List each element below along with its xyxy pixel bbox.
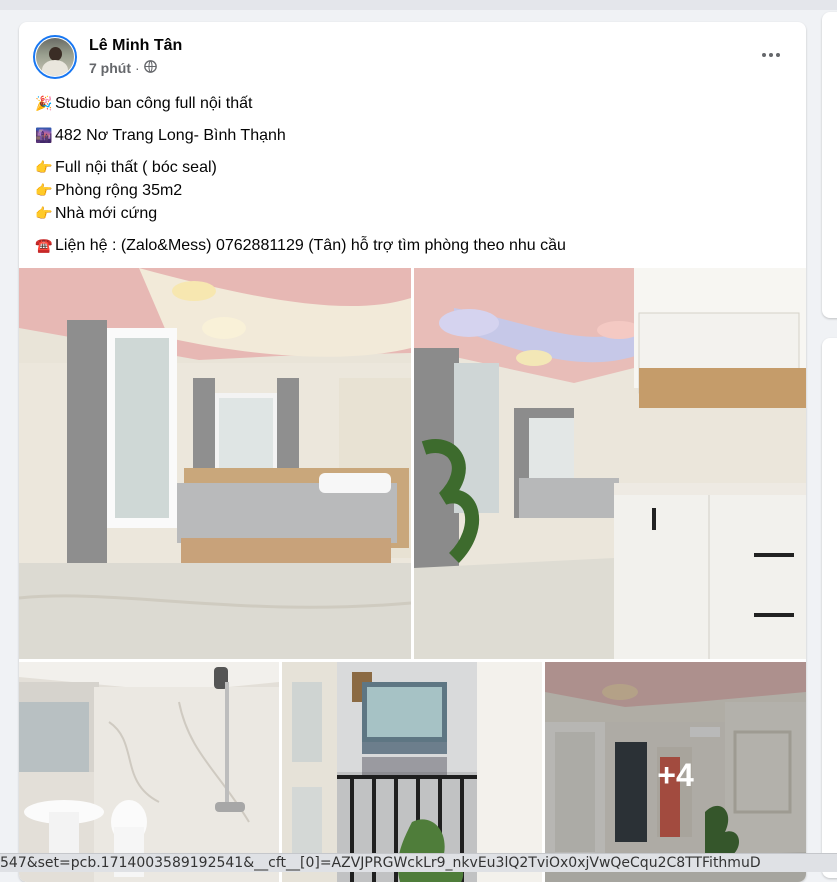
author-avatar[interactable] [33, 35, 77, 79]
post-line: 🎉 Studio ban công full nội thất [34, 92, 794, 115]
more-photos-count[interactable]: +4 [545, 662, 806, 882]
post-line: ☎️ Liện hệ : (Zalo&Mess) 0762881129 (Tân)… [34, 234, 794, 257]
meta-separator: · [135, 60, 140, 76]
side-panel-card [822, 338, 837, 878]
post-line: 👉 Phòng rộng 35m2 [34, 179, 794, 202]
post-line: 🌆 482 Nơ Trang Long- Bình Thạnh [34, 124, 794, 147]
post-text: 🎉 Studio ban công full nội thất 🌆 482 Nơ T… [34, 92, 794, 266]
more-options-button[interactable] [758, 45, 784, 65]
link-status-bar: 547&set=pcb.1714003589192541&__cft__[0]=… [0, 853, 837, 872]
feed-post: Lê Minh Tân 7 phút · 🎉 Studio ban công fu… [19, 22, 806, 882]
photo-kitchen[interactable] [414, 268, 806, 659]
author-name[interactable]: Lê Minh Tân [89, 37, 182, 55]
photo-more[interactable]: +4 [545, 662, 806, 882]
post-meta: 7 phút · [89, 60, 157, 76]
avatar-image [36, 38, 74, 76]
top-divider [0, 0, 837, 10]
photo-balcony[interactable] [282, 662, 542, 882]
cityscape-icon: 🌆 [35, 127, 53, 143]
side-panel-card [822, 12, 837, 318]
photo-bathroom[interactable] [19, 662, 279, 882]
photo-bedroom[interactable] [19, 268, 411, 659]
pointing-hand-icon: 👉 [35, 182, 53, 198]
photo-grid: +4 [19, 268, 806, 882]
post-line: 👉 Full nội thất ( bóc seal) [34, 156, 794, 179]
post-time[interactable]: 7 phút [89, 60, 131, 76]
party-icon: 🎉 [35, 95, 53, 111]
telephone-icon: ☎️ [35, 237, 53, 253]
pointing-hand-icon: 👉 [35, 159, 53, 175]
globe-icon[interactable] [143, 60, 157, 76]
pointing-hand-icon: 👉 [35, 205, 53, 221]
post-line: 👉 Nhà mới cứng [34, 202, 794, 225]
